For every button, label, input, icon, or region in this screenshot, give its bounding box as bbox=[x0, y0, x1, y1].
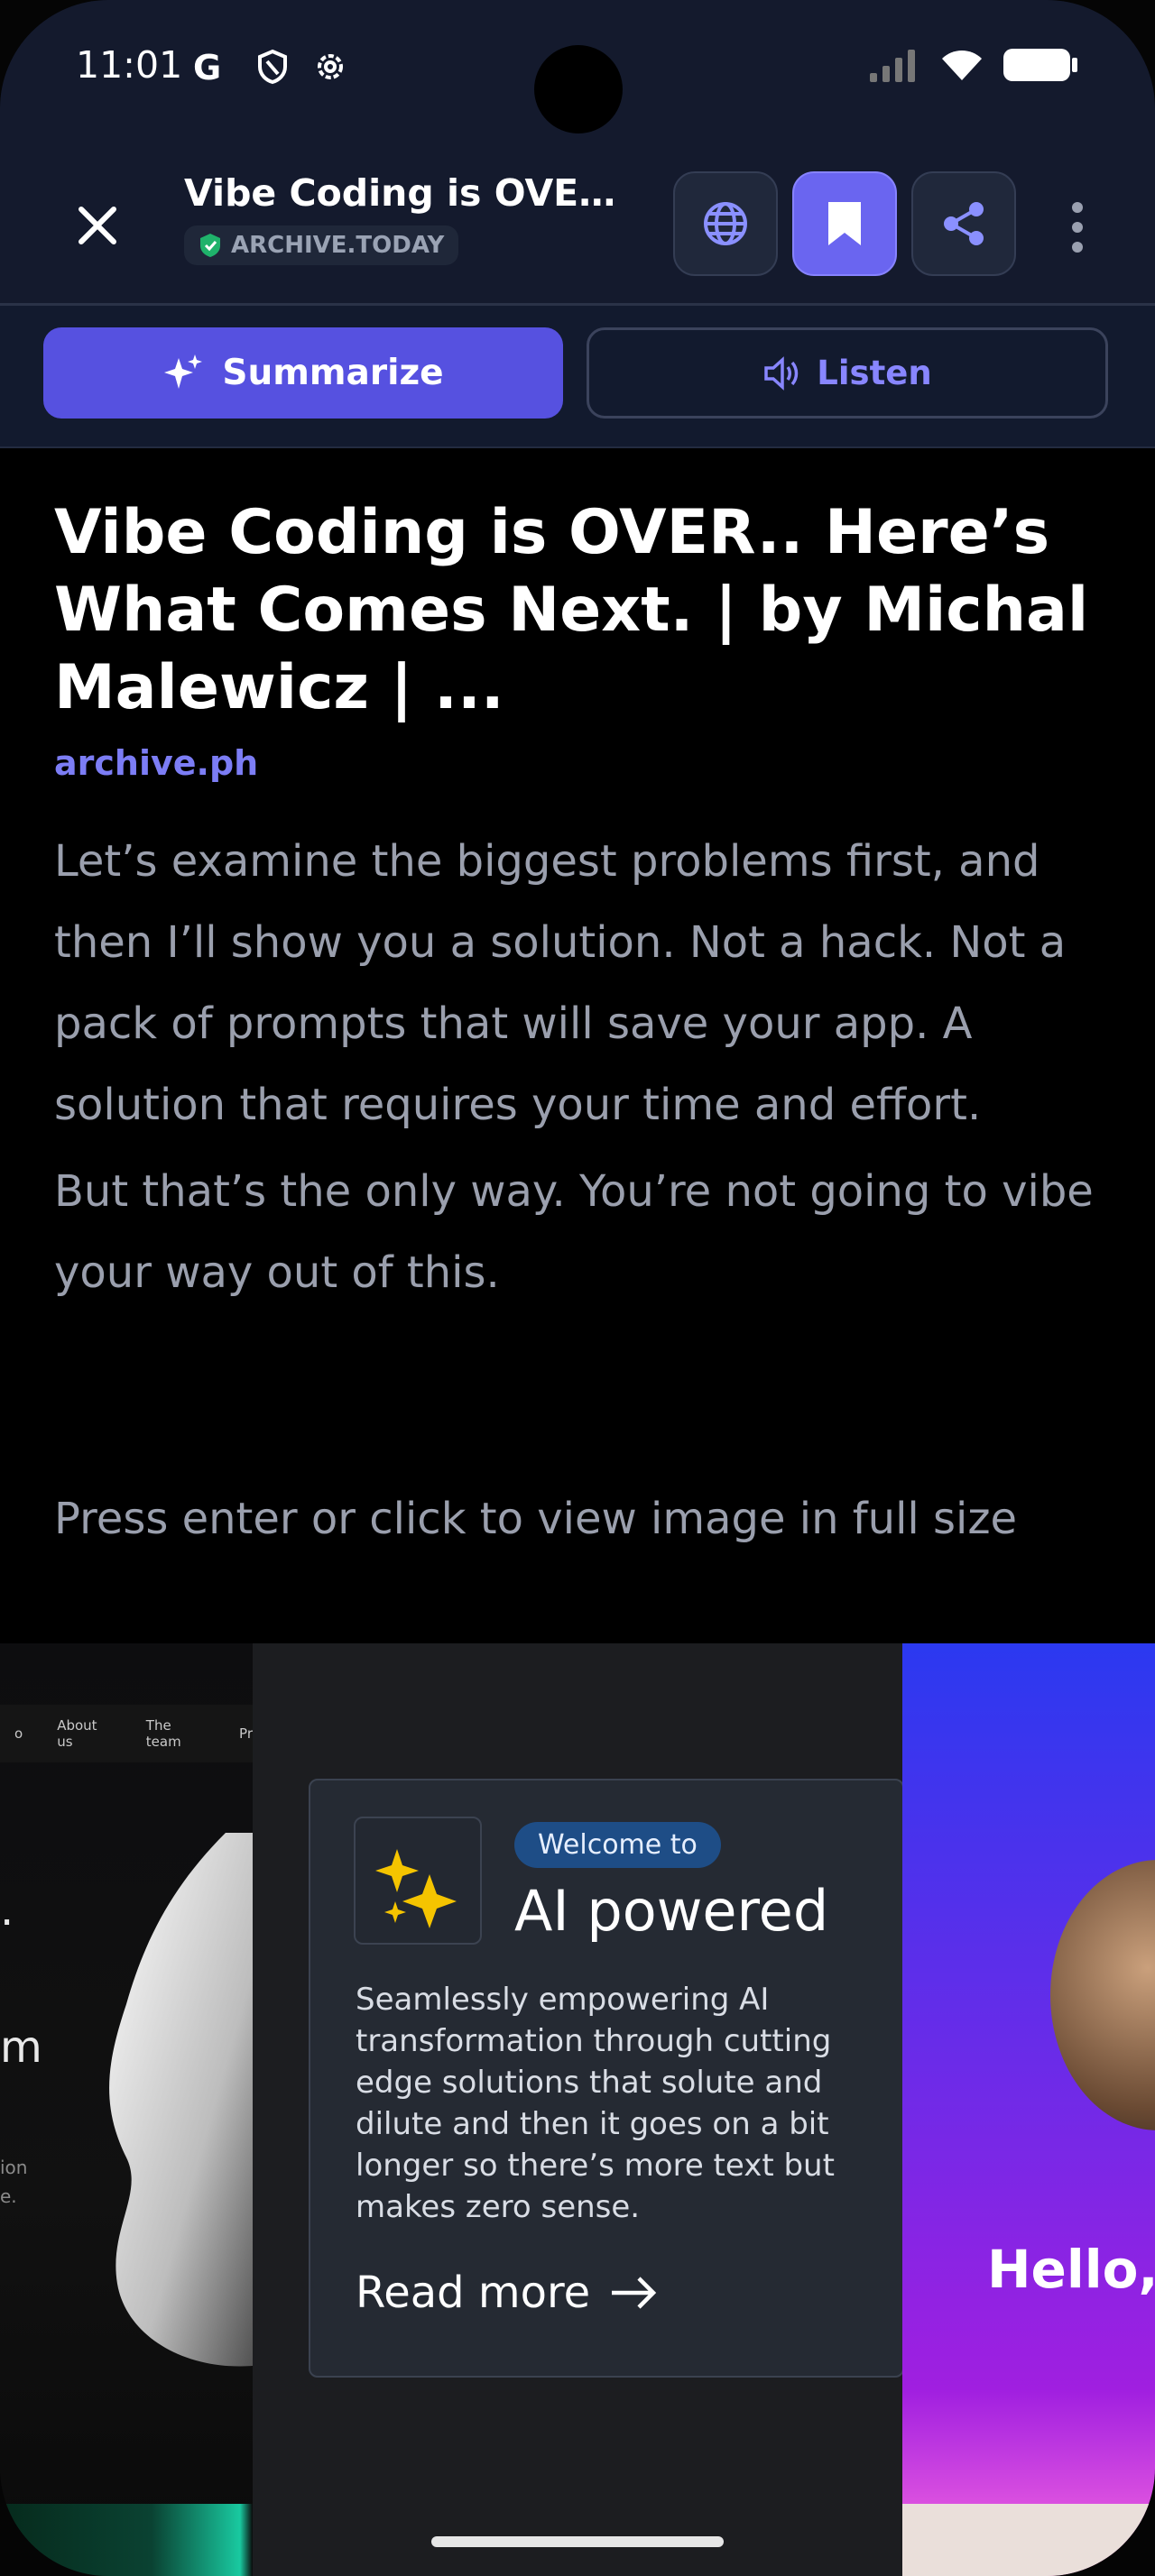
article-source-link[interactable]: archive.ph bbox=[54, 743, 1101, 783]
hero-left-panel: o About us The team Pr . m ion e. bbox=[0, 1643, 262, 2576]
hero-left-footer bbox=[0, 2504, 253, 2576]
hero-right-panel: Hello, bbox=[902, 1643, 1155, 2576]
hero-nav-item: o bbox=[14, 1725, 23, 1742]
settings-icon bbox=[318, 54, 343, 79]
shield-icon bbox=[258, 49, 287, 85]
summarize-button[interactable]: Summarize bbox=[43, 327, 563, 419]
camera-cutout bbox=[534, 45, 623, 133]
browser-toolbar: 11:01 G Vibe Coding is OVER.. ARCHIVE.TO… bbox=[0, 0, 1155, 305]
tab-header: Vibe Coding is OVER.. ... ARCHIVE.TODAY bbox=[0, 161, 1155, 305]
status-time: 11:01 bbox=[76, 43, 183, 87]
verified-shield-icon bbox=[200, 234, 220, 257]
hero-left-fragment: m bbox=[0, 2022, 42, 2073]
signal-icon bbox=[870, 50, 915, 82]
speaker-icon bbox=[764, 355, 799, 391]
battery-icon bbox=[1003, 49, 1077, 81]
hero-greeting: Hello, bbox=[987, 2239, 1155, 2300]
status-right-icons bbox=[868, 47, 1079, 83]
article-paragraph: Let’s examine the biggest problems first… bbox=[54, 836, 1067, 1130]
google-icon: G bbox=[193, 49, 221, 85]
share-icon bbox=[944, 202, 984, 245]
action-bar: Summarize Listen bbox=[0, 306, 1155, 448]
wifi-icon bbox=[942, 51, 982, 80]
article-paragraph: But that’s the only way. You’re not goin… bbox=[54, 1166, 1094, 1298]
card-body-text: Seamlessly empowering AI transformation … bbox=[356, 1982, 835, 2225]
ai-powered-card: Welcome to AI powered Seamlessly empower… bbox=[309, 1779, 904, 2378]
read-more-link: Read more bbox=[356, 2268, 659, 2318]
source-badge-label: ARCHIVE.TODAY bbox=[231, 232, 445, 259]
listen-label: Listen bbox=[817, 354, 932, 392]
article-title: Vibe Coding is OVER.. Here’s What Comes … bbox=[54, 497, 1089, 723]
hero-left-fragment: e. bbox=[0, 2185, 17, 2207]
phone-screen: 11:01 G Vibe Coding is OVER.. ARCHIVE.TO… bbox=[0, 0, 1155, 2576]
hero-card-panel: Welcome to AI powered Seamlessly empower… bbox=[253, 1643, 904, 2576]
close-icon[interactable] bbox=[70, 198, 125, 253]
hero-nav-item: The team bbox=[145, 1717, 181, 1750]
sparkle-icon bbox=[164, 354, 203, 389]
globe-button[interactable] bbox=[673, 171, 778, 276]
sculpture-illustration bbox=[109, 1833, 262, 2367]
hero-left-fragment: . bbox=[0, 1885, 14, 1936]
bookmark-icon bbox=[828, 202, 861, 245]
person-portrait bbox=[1050, 1860, 1155, 2130]
welcome-pill: Welcome to bbox=[514, 1822, 721, 1868]
source-badge: ARCHIVE.TODAY bbox=[184, 225, 459, 265]
sparkle-icon bbox=[375, 1849, 457, 1928]
hero-right-footer bbox=[902, 2504, 1155, 2576]
action-bar-divider bbox=[0, 446, 1155, 448]
hero-nav-item: Pr bbox=[239, 1725, 253, 1742]
hero-left-fragment: ion bbox=[0, 2157, 28, 2178]
page-title: Vibe Coding is OVER.. ... bbox=[184, 171, 635, 215]
home-indicator[interactable] bbox=[431, 2536, 724, 2547]
more-icon[interactable] bbox=[1067, 200, 1088, 254]
status-bar: 11:01 G bbox=[0, 0, 1155, 135]
card-icon-box bbox=[354, 1817, 482, 1945]
listen-button[interactable]: Listen bbox=[587, 327, 1108, 419]
bookmark-button[interactable] bbox=[792, 171, 897, 276]
title-block[interactable]: Vibe Coding is OVER.. ... ARCHIVE.TODAY bbox=[184, 171, 635, 265]
article-content: Vibe Coding is OVER.. Here’s What Comes … bbox=[54, 494, 1101, 1313]
image-fullsize-hint: Press enter or click to view image in fu… bbox=[54, 1494, 1018, 1544]
hero-left-nav: o About us The team Pr bbox=[0, 1705, 253, 1762]
hero-nav-item: About us bbox=[57, 1717, 97, 1750]
card-heading: AI powered bbox=[514, 1878, 829, 1944]
globe-icon bbox=[704, 202, 747, 245]
article-hero-image[interactable]: o About us The team Pr . m ion e. Welcom… bbox=[0, 1643, 1155, 2576]
arrow-right-icon bbox=[612, 2277, 657, 2309]
svg-text:G: G bbox=[193, 49, 221, 85]
read-more-label: Read more bbox=[356, 2268, 591, 2318]
summarize-label: Summarize bbox=[222, 353, 444, 393]
share-button[interactable] bbox=[911, 171, 1016, 276]
